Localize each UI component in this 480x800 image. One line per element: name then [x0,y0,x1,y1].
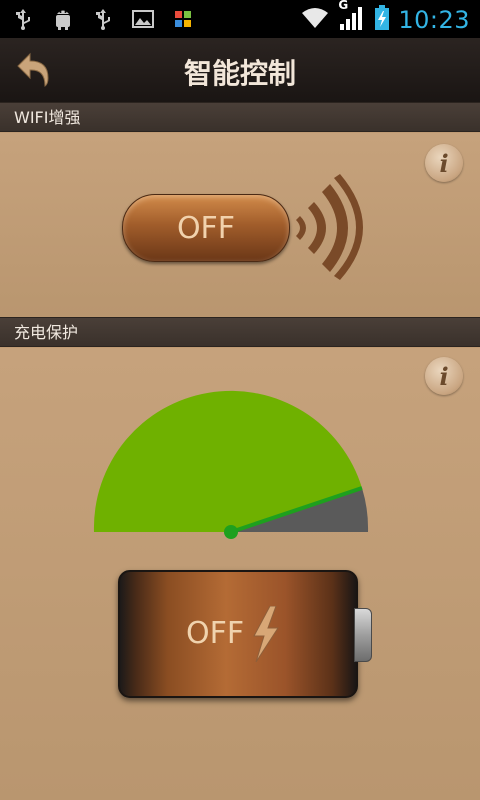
wifi-boost-toggle[interactable]: OFF [122,194,290,262]
charge-info-button[interactable]: i [425,357,463,395]
wifi-section-header: WIFI增强 [0,102,480,132]
status-bar: G 10:23 [0,0,480,38]
lightning-icon [253,606,279,662]
page-title: 智能控制 [183,57,296,90]
status-clock: 10:23 [398,6,470,34]
wifi-signal-icon [300,6,330,34]
battery-cap [354,608,372,662]
wifi-info-button[interactable]: i [425,144,463,182]
charge-protection-battery-button[interactable]: OFF [118,570,358,698]
usb-icon [14,8,32,34]
cellular-g-signal-icon: G [338,0,366,36]
charge-gauge-icon [90,390,372,540]
info-icon: i [439,148,449,178]
wifi-waves-icon [290,172,370,282]
info-icon: i [439,361,449,391]
title-bar: 智能控制 [0,38,480,103]
image-icon [132,10,154,32]
usb-icon [94,8,112,34]
app-icon [174,10,192,32]
network-type-label: G [338,0,349,12]
wifi-toggle-label: OFF [176,210,236,246]
charge-section-header: 充电保护 [0,317,480,347]
battery-charging-icon [374,5,390,35]
battery-label: OFF [186,616,245,651]
android-icon [52,8,74,34]
